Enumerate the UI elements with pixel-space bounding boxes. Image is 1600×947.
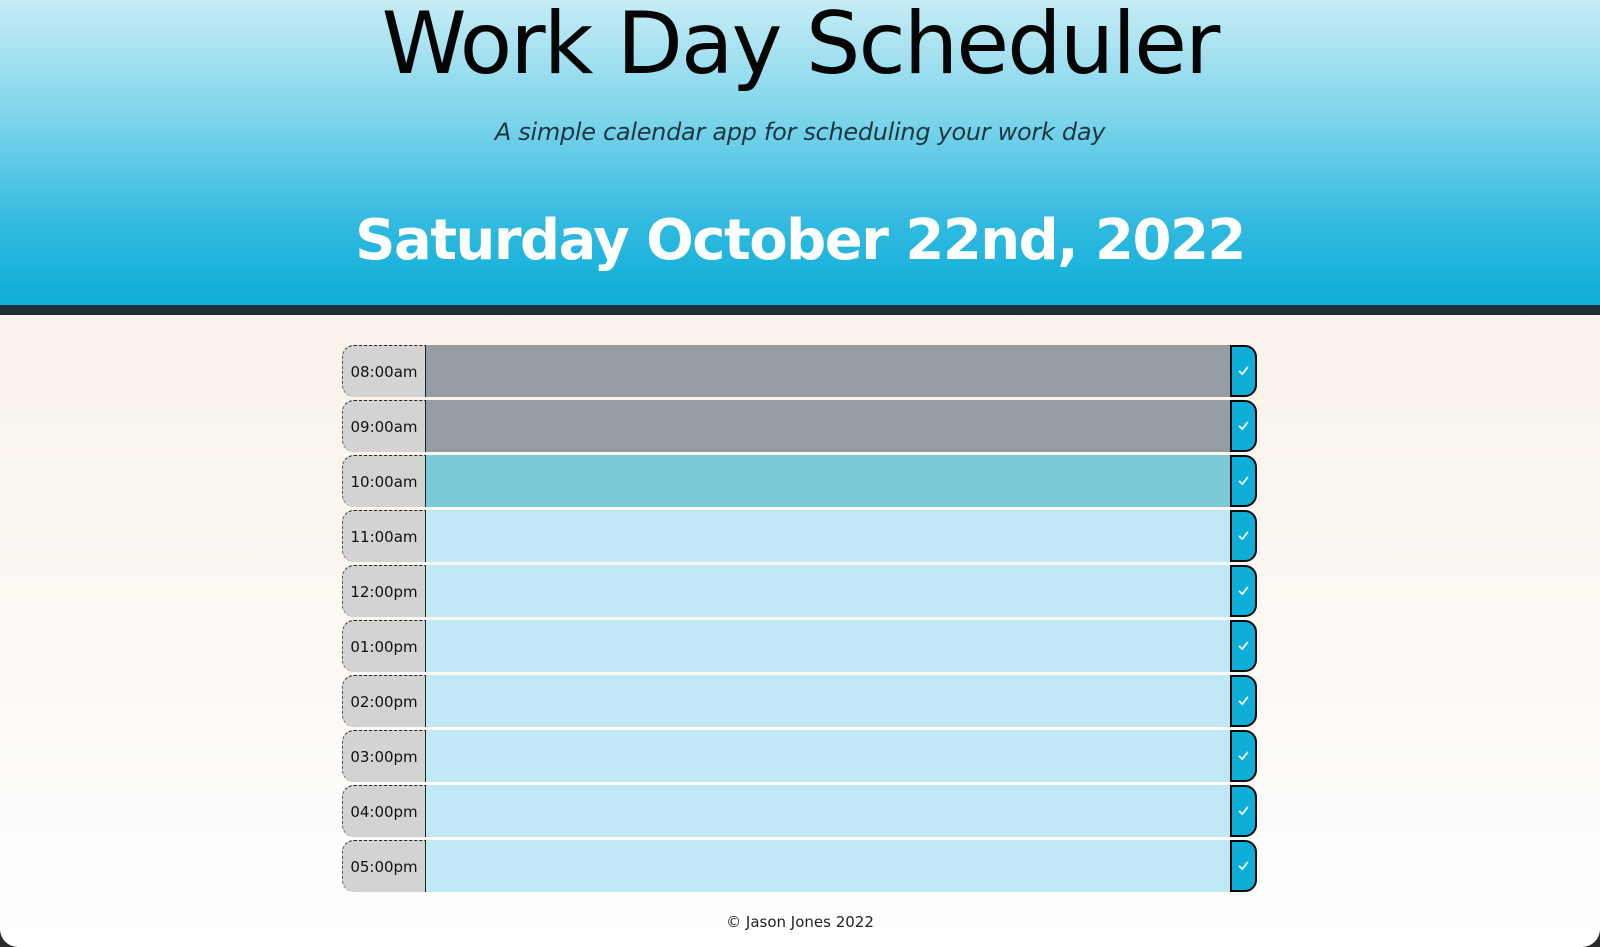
page-title: Work Day Scheduler <box>381 0 1221 94</box>
event-description-input[interactable] <box>426 455 1230 507</box>
page: Work Day Scheduler A simple calendar app… <box>0 0 1600 947</box>
time-block-row: 12:00pm <box>342 565 1257 617</box>
header: Work Day Scheduler A simple calendar app… <box>0 0 1600 305</box>
check-icon <box>1238 476 1249 486</box>
hour-label: 01:00pm <box>342 620 426 672</box>
time-block-row: 11:00am <box>342 510 1257 562</box>
save-button[interactable] <box>1230 675 1257 727</box>
save-button[interactable] <box>1230 455 1257 507</box>
check-icon <box>1238 641 1249 651</box>
header-divider <box>0 305 1600 315</box>
event-description-input[interactable] <box>426 785 1230 837</box>
current-day: Saturday October 22nd, 2022 <box>355 208 1246 273</box>
check-icon <box>1238 366 1249 376</box>
check-icon <box>1238 586 1249 596</box>
time-block-row: 10:00am <box>342 455 1257 507</box>
time-block-row: 01:00pm <box>342 620 1257 672</box>
time-block-row: 08:00am <box>342 345 1257 397</box>
save-button[interactable] <box>1230 510 1257 562</box>
time-block-row: 04:00pm <box>342 785 1257 837</box>
event-description-input[interactable] <box>426 345 1230 397</box>
hour-label: 05:00pm <box>342 840 426 892</box>
page-subtitle: A simple calendar app for scheduling you… <box>494 118 1106 146</box>
save-button[interactable] <box>1230 345 1257 397</box>
event-description-input[interactable] <box>426 620 1230 672</box>
save-button[interactable] <box>1230 620 1257 672</box>
event-description-input[interactable] <box>426 675 1230 727</box>
save-button[interactable] <box>1230 840 1257 892</box>
save-button[interactable] <box>1230 565 1257 617</box>
check-icon <box>1238 531 1249 541</box>
time-block-row: 09:00am <box>342 400 1257 452</box>
check-icon <box>1238 421 1249 431</box>
footer: © Jason Jones 2022 <box>726 913 874 931</box>
check-icon <box>1238 696 1249 706</box>
hour-label: 03:00pm <box>342 730 426 782</box>
event-description-input[interactable] <box>426 730 1230 782</box>
hour-label: 09:00am <box>342 400 426 452</box>
time-block-row: 05:00pm <box>342 840 1257 892</box>
check-icon <box>1238 751 1249 761</box>
save-button[interactable] <box>1230 730 1257 782</box>
hour-label: 02:00pm <box>342 675 426 727</box>
event-description-input[interactable] <box>426 400 1230 452</box>
time-block-list: 08:00am 09:00am 10:00am 11:00am 12:00pm 01:00… <box>342 345 1257 895</box>
hour-label: 11:00am <box>342 510 426 562</box>
save-button[interactable] <box>1230 785 1257 837</box>
event-description-input[interactable] <box>426 840 1230 892</box>
hour-label: 08:00am <box>342 345 426 397</box>
time-block-row: 02:00pm <box>342 675 1257 727</box>
time-block-row: 03:00pm <box>342 730 1257 782</box>
event-description-input[interactable] <box>426 510 1230 562</box>
hour-label: 04:00pm <box>342 785 426 837</box>
hour-label: 12:00pm <box>342 565 426 617</box>
save-button[interactable] <box>1230 400 1257 452</box>
check-icon <box>1238 861 1249 871</box>
hour-label: 10:00am <box>342 455 426 507</box>
event-description-input[interactable] <box>426 565 1230 617</box>
check-icon <box>1238 806 1249 816</box>
